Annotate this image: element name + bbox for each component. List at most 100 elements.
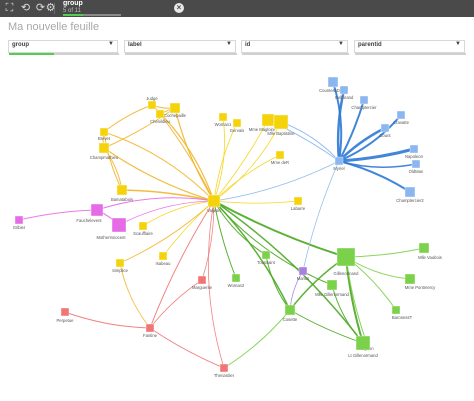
graph-node[interactable]: Scaufflaire xyxy=(133,221,154,236)
dropdown-arrow-icon[interactable]: ▼ xyxy=(338,41,344,47)
clear-selection-icon[interactable]: × xyxy=(174,3,184,13)
graph-edge xyxy=(223,309,291,369)
node-marker[interactable] xyxy=(355,335,371,351)
node-label: Champmathieu xyxy=(90,155,119,160)
node-marker[interactable] xyxy=(359,95,369,105)
node-marker[interactable] xyxy=(232,118,242,128)
network-graph[interactable]: Valjean Judge CochepailleChenildieu Brevet C… xyxy=(0,58,474,401)
node-label: Labarre xyxy=(291,206,306,211)
clear-selections-icon[interactable]: ⚙ xyxy=(44,2,57,15)
graph-node[interactable]: Champtercier xyxy=(351,95,377,110)
node-marker[interactable] xyxy=(396,110,406,120)
node-marker[interactable] xyxy=(275,150,285,160)
node-marker[interactable] xyxy=(380,123,390,133)
node-marker[interactable] xyxy=(207,194,221,208)
node-marker[interactable] xyxy=(334,156,344,166)
graph-node[interactable]: Thenardier xyxy=(214,363,235,378)
node-marker[interactable] xyxy=(116,184,128,196)
node-marker[interactable] xyxy=(298,266,308,276)
filter-pane-id[interactable]: id ▼ xyxy=(241,40,349,55)
node-marker[interactable] xyxy=(418,242,430,254)
selection-state-bar xyxy=(63,14,83,16)
graph-node[interactable]: Brevet xyxy=(98,127,111,141)
node-marker[interactable] xyxy=(111,217,127,233)
dropdown-arrow-icon[interactable]: ▼ xyxy=(108,41,114,47)
graph-node[interactable]: Valjean xyxy=(207,194,221,213)
graph-edge xyxy=(213,200,347,258)
node-marker[interactable] xyxy=(147,100,157,110)
dropdown-arrow-icon[interactable]: ▼ xyxy=(226,41,232,47)
graph-node[interactable]: Cravatte xyxy=(393,110,410,125)
node-marker[interactable] xyxy=(261,250,271,260)
dropdown-arrow-icon[interactable]: ▼ xyxy=(455,41,461,47)
graph-node[interactable]: Woman1 xyxy=(215,112,232,127)
graph-node[interactable]: Marguerite xyxy=(192,275,213,290)
graph-node[interactable]: Judge xyxy=(146,96,158,110)
graph-edge xyxy=(149,327,225,369)
graph-node[interactable]: Gervais xyxy=(230,118,244,133)
graph-node[interactable]: Labarre xyxy=(291,196,306,211)
graph-node[interactable]: Simplice xyxy=(112,258,129,273)
node-label: Perpetue xyxy=(57,318,75,323)
node-marker[interactable] xyxy=(158,251,168,261)
node-marker[interactable] xyxy=(327,76,339,88)
filter-pane-label[interactable]: label ▼ xyxy=(124,40,237,55)
filter-pane-parentid[interactable]: parentid ▼ xyxy=(354,40,466,55)
node-label: Champtercier2 xyxy=(396,198,424,203)
graph-nodes: Valjean Judge CochepailleChenildieu Brevet C… xyxy=(13,76,442,378)
graph-node[interactable]: Gribier xyxy=(13,215,26,230)
node-marker[interactable] xyxy=(326,279,338,291)
node-marker[interactable] xyxy=(261,113,275,127)
graph-node[interactable]: Mme Pontmercy xyxy=(404,273,436,290)
node-marker[interactable] xyxy=(145,323,155,333)
node-marker[interactable] xyxy=(336,247,356,267)
node-label: Thenardier xyxy=(214,373,235,378)
graph-node[interactable]: Mme Magloire xyxy=(249,113,276,132)
node-marker[interactable] xyxy=(98,142,110,154)
node-marker[interactable] xyxy=(284,304,296,316)
smart-search-icon[interactable]: ⛶ xyxy=(3,2,16,15)
node-marker[interactable] xyxy=(411,159,421,169)
node-label: Chenildieu xyxy=(150,119,170,124)
graph-node[interactable]: BaronessT xyxy=(391,305,413,320)
node-label: Toussaint xyxy=(257,260,276,265)
node-marker[interactable] xyxy=(219,363,229,373)
selection-field-name: group xyxy=(63,0,83,7)
filter-state-bar-selected xyxy=(9,53,54,55)
graph-node[interactable]: OldMan xyxy=(409,159,424,174)
graph-node[interactable]: Fauchelevent xyxy=(76,203,104,223)
graph-node[interactable]: Bamatabois xyxy=(111,184,133,202)
step-back-icon[interactable]: ⟲ xyxy=(19,2,32,15)
graph-node[interactable]: Myriel xyxy=(333,156,345,171)
node-marker[interactable] xyxy=(115,258,125,268)
node-marker[interactable] xyxy=(273,114,289,130)
node-label: Fantine xyxy=(143,333,158,338)
node-marker[interactable] xyxy=(60,307,70,317)
graph-node[interactable]: Mlle Vaubois xyxy=(418,242,442,260)
node-marker[interactable] xyxy=(197,275,207,285)
node-marker[interactable] xyxy=(155,109,165,119)
node-marker[interactable] xyxy=(409,144,419,154)
node-marker[interactable] xyxy=(404,273,416,285)
graph-node[interactable]: Fantine xyxy=(143,323,158,338)
graph-node[interactable]: Woman2 xyxy=(228,273,245,288)
selection-tag[interactable]: group 5 of 11 × xyxy=(60,0,184,17)
node-label: Fauchelevent xyxy=(76,218,102,223)
node-marker[interactable] xyxy=(339,85,349,95)
node-marker[interactable] xyxy=(293,196,303,206)
node-marker[interactable] xyxy=(391,305,401,315)
graph-node[interactable]: Champtercier2 xyxy=(396,186,424,203)
node-marker[interactable] xyxy=(138,221,148,231)
node-marker[interactable] xyxy=(169,102,181,114)
node-marker[interactable] xyxy=(14,215,24,225)
node-marker[interactable] xyxy=(404,186,416,198)
node-marker[interactable] xyxy=(99,127,109,137)
filter-pane-group[interactable]: group ▼ xyxy=(8,40,119,55)
graph-node[interactable]: Perpetue xyxy=(57,307,75,323)
graph-node[interactable]: Isabeau xyxy=(156,251,172,266)
node-marker[interactable] xyxy=(90,203,104,217)
graph-node[interactable]: Champmathieu xyxy=(90,142,119,160)
node-marker[interactable] xyxy=(218,112,228,122)
graph-node[interactable]: Mlle Gillenormand xyxy=(315,279,350,297)
node-marker[interactable] xyxy=(231,273,241,283)
